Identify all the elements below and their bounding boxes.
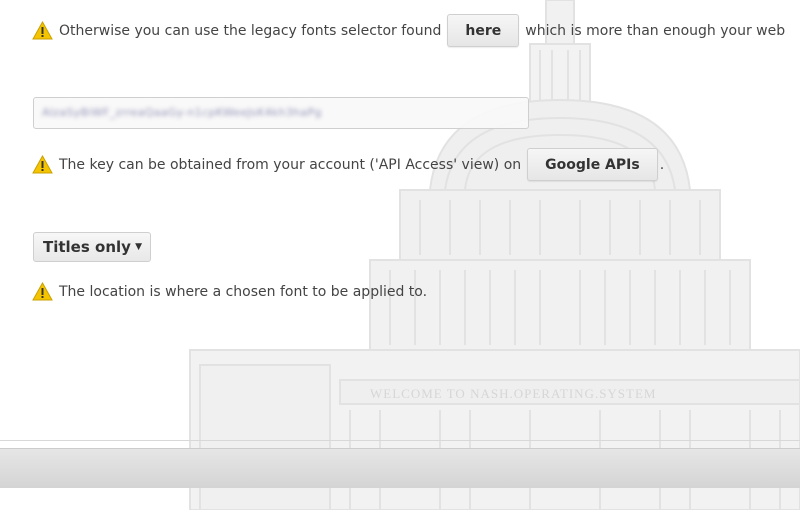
google-apis-button[interactable]: Google APIs: [527, 148, 658, 181]
location-notice: The location is where a chosen font to b…: [32, 282, 427, 301]
font-location-select[interactable]: Titles only ▼: [33, 232, 151, 262]
here-button[interactable]: here: [447, 14, 520, 47]
bottom-toolbar: [0, 448, 800, 488]
api-key-notice-period: .: [659, 156, 665, 173]
api-key-notice: The key can be obtained from your accoun…: [32, 148, 664, 181]
api-key-notice-text: The key can be obtained from your accoun…: [59, 156, 522, 173]
legacy-fonts-text-after: which is more than enough your web: [525, 22, 786, 39]
chevron-down-icon: ▼: [135, 242, 142, 252]
warning-icon: [32, 282, 53, 301]
location-notice-text: The location is where a chosen font to b…: [59, 283, 428, 300]
api-key-value: AIzaSyBiWF_zrreaQaaGy-n1cpKWeeJsK4kh3haP…: [42, 106, 322, 119]
warning-icon: [32, 21, 53, 40]
warning-icon: [32, 155, 53, 174]
font-location-selected: Titles only: [43, 238, 131, 256]
api-key-input[interactable]: AIzaSyBiWF_zrreaQaaGy-n1cpKWeeJsK4kh3haP…: [33, 97, 529, 129]
legacy-fonts-notice: Otherwise you can use the legacy fonts s…: [32, 14, 785, 47]
legacy-fonts-text: Otherwise you can use the legacy fonts s…: [59, 22, 442, 39]
divider: [0, 440, 800, 441]
